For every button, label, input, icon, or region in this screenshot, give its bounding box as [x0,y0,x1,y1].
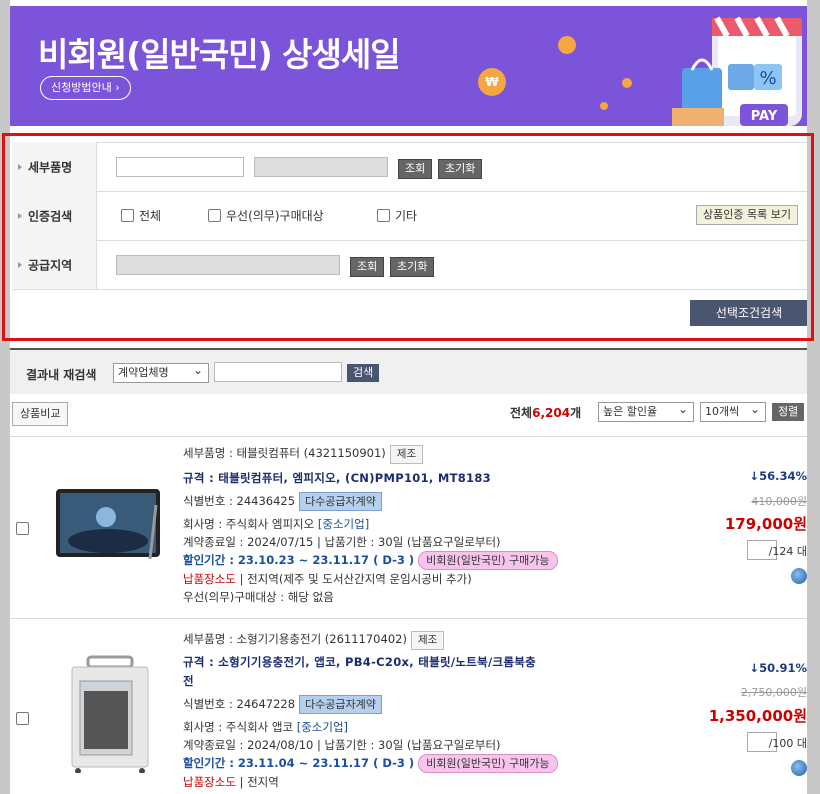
discount-rate: ↓56.34% [749,469,807,483]
original-price: 2,750,000원 [740,686,807,699]
product-spec-link[interactable]: 규격 : 태블릿컴퓨터, 엠피지오, (CN)PMP101, MT8183 [183,470,491,486]
guide-button[interactable]: 신청방법안내 › [40,76,131,100]
research-label: 결과내 재검색 [26,368,97,382]
product-item: 세부품명 : 소형기기용충전기 (2611170402) 제조 규격 : 소형기기… [10,618,807,794]
company-type: [중소기업] [317,517,370,531]
promo-banner[interactable]: 비회원(일반국민) 상생세일 신청방법안내 › ₩ % PAY [10,6,807,126]
delivery-value: | 전지역 [239,775,279,789]
detail-name-input[interactable] [116,157,244,177]
product-spec-link[interactable]: 규격 : 소형기기용충전기, 앱코, PB4-C20x, 태블릿/노트북/크롬북… [183,654,536,670]
shopping-illustration-icon: % PAY [672,16,802,126]
detail-name-code-input[interactable] [254,157,388,177]
company-name[interactable]: 회사명 : 주식회사 앱코 [183,720,293,734]
sale-period: 할인기간 : 23.10.23 ~ 23.11.17 ( D-3 ) [183,553,415,567]
result-toolbar: 상품비교 전체6,204개 높은 할인율 10개씩 정렬 [10,400,807,430]
research-input[interactable] [214,362,342,382]
page: 비회원(일반국민) 상생세일 신청방법안내 › ₩ % PAY 세부품명 조회 … [10,0,807,794]
product-checkbox[interactable] [16,522,29,535]
row-detail-name: 세부품명 조회 초기화 [12,142,807,192]
row-label: 세부품명 [12,142,97,191]
sale-period: 할인기간 : 23.11.04 ~ 23.11.17 ( D-3 ) [183,756,415,770]
cert-priority-checkbox[interactable]: 우선(의무)구매대상 [208,207,324,224]
type-tag: 제조 [389,445,424,464]
contract-info: 계약종료일 : 2024/08/10 | 납품기한 : 30일 (납품요구일로부… [183,738,501,752]
cert-list-button[interactable]: 상품인증 목록 보기 [696,205,798,225]
contract-tag: 다수공급자계약 [299,492,382,511]
banner-title: 비회원(일반국민) 상생세일 [38,35,401,74]
detail-name: 세부품명 : 태블릿컴퓨터 (4321150901) [183,446,386,460]
region-input[interactable] [116,255,340,275]
nonmember-tag: 비회원(일반국민) 구매가능 [418,551,558,570]
reset-button[interactable]: 초기화 [438,159,483,179]
svg-text:%: % [759,68,776,89]
contract-tag: 다수공급자계약 [299,695,382,714]
cert-all-checkbox[interactable]: 전체 [121,207,161,224]
sort-select[interactable]: 높은 할인율 [598,400,694,422]
stock-unit: /100 대 [768,737,807,750]
coin-icon [622,78,632,88]
query-button[interactable]: 조회 [398,159,433,179]
sale-price: 179,000원 [724,515,807,533]
company-name[interactable]: 회사명 : 주식회사 엠피지오 [183,517,314,531]
research-field-select[interactable]: 계약업체명 [113,361,209,383]
product-item: 세부품명 : 태블릿컴퓨터 (4321150901) 제조 규격 : 태블릿컴퓨터… [10,436,807,619]
row-label: 인증검색 [12,191,97,240]
original-price: 410,000원 [751,495,807,508]
cert-other-checkbox[interactable]: 기타 [377,207,417,224]
product-checkbox[interactable] [16,712,29,725]
globe-icon[interactable] [791,568,807,584]
product-id: 식별번호 : 24647228 [183,697,296,711]
coin-icon [600,102,608,110]
sort-button[interactable]: 정렬 [772,403,805,421]
contract-info: 계약종료일 : 2024/07/15 | 납품기한 : 30일 (납품요구일로부… [183,535,501,549]
page-size-select[interactable]: 10개씩 [700,400,766,422]
delivery-label[interactable]: 납품장소도 [183,775,236,789]
row-label: 공급지역 [12,240,97,289]
globe-icon[interactable] [791,760,807,776]
detail-name: 세부품명 : 소형기기용충전기 (2611170402) [183,632,407,646]
delivery-label[interactable]: 납품장소도 [183,572,236,586]
type-tag: 제조 [410,631,445,650]
stock-unit: /124 대 [768,545,807,558]
total-count: 전체6,204개 [510,406,582,420]
coin-icon [558,36,576,54]
sale-price: 1,350,000원 [708,707,807,725]
region-query-button[interactable]: 조회 [350,257,385,277]
result-research-bar: 결과내 재검색 계약업체명 검색 [10,348,807,394]
product-spec-link-cont[interactable]: 전 [183,673,194,689]
search-selected-button[interactable]: 선택조건검색 [690,300,807,326]
coin-icon: ₩ [478,68,506,96]
product-id: 식별번호 : 24436425 [183,494,296,508]
company-type: [중소기업] [296,720,349,734]
svg-text:PAY: PAY [751,109,778,124]
delivery-value: | 전지역(제주 및 도서산간지역 운임시공비 추가) [239,572,472,586]
nonmember-tag: 비회원(일반국민) 구매가능 [418,754,558,773]
row-region: 공급지역 조회 초기화 [12,240,807,290]
compare-button[interactable]: 상품비교 [12,402,69,426]
discount-rate: ↓50.91% [749,661,807,675]
row-cert: 인증검색 전체 우선(의무)구매대상 기타 상품인증 목록 보기 [12,191,807,241]
search-panel: 세부품명 조회 초기화 인증검색 전체 우선(의무)구매대상 기타 상품인증 목… [12,142,807,332]
research-search-button[interactable]: 검색 [347,364,380,382]
product-image[interactable] [42,467,172,587]
priority-info: 우선(의무)구매대상 : 해당 없음 [183,590,334,604]
region-reset-button[interactable]: 초기화 [390,257,435,277]
product-image[interactable] [42,653,172,773]
